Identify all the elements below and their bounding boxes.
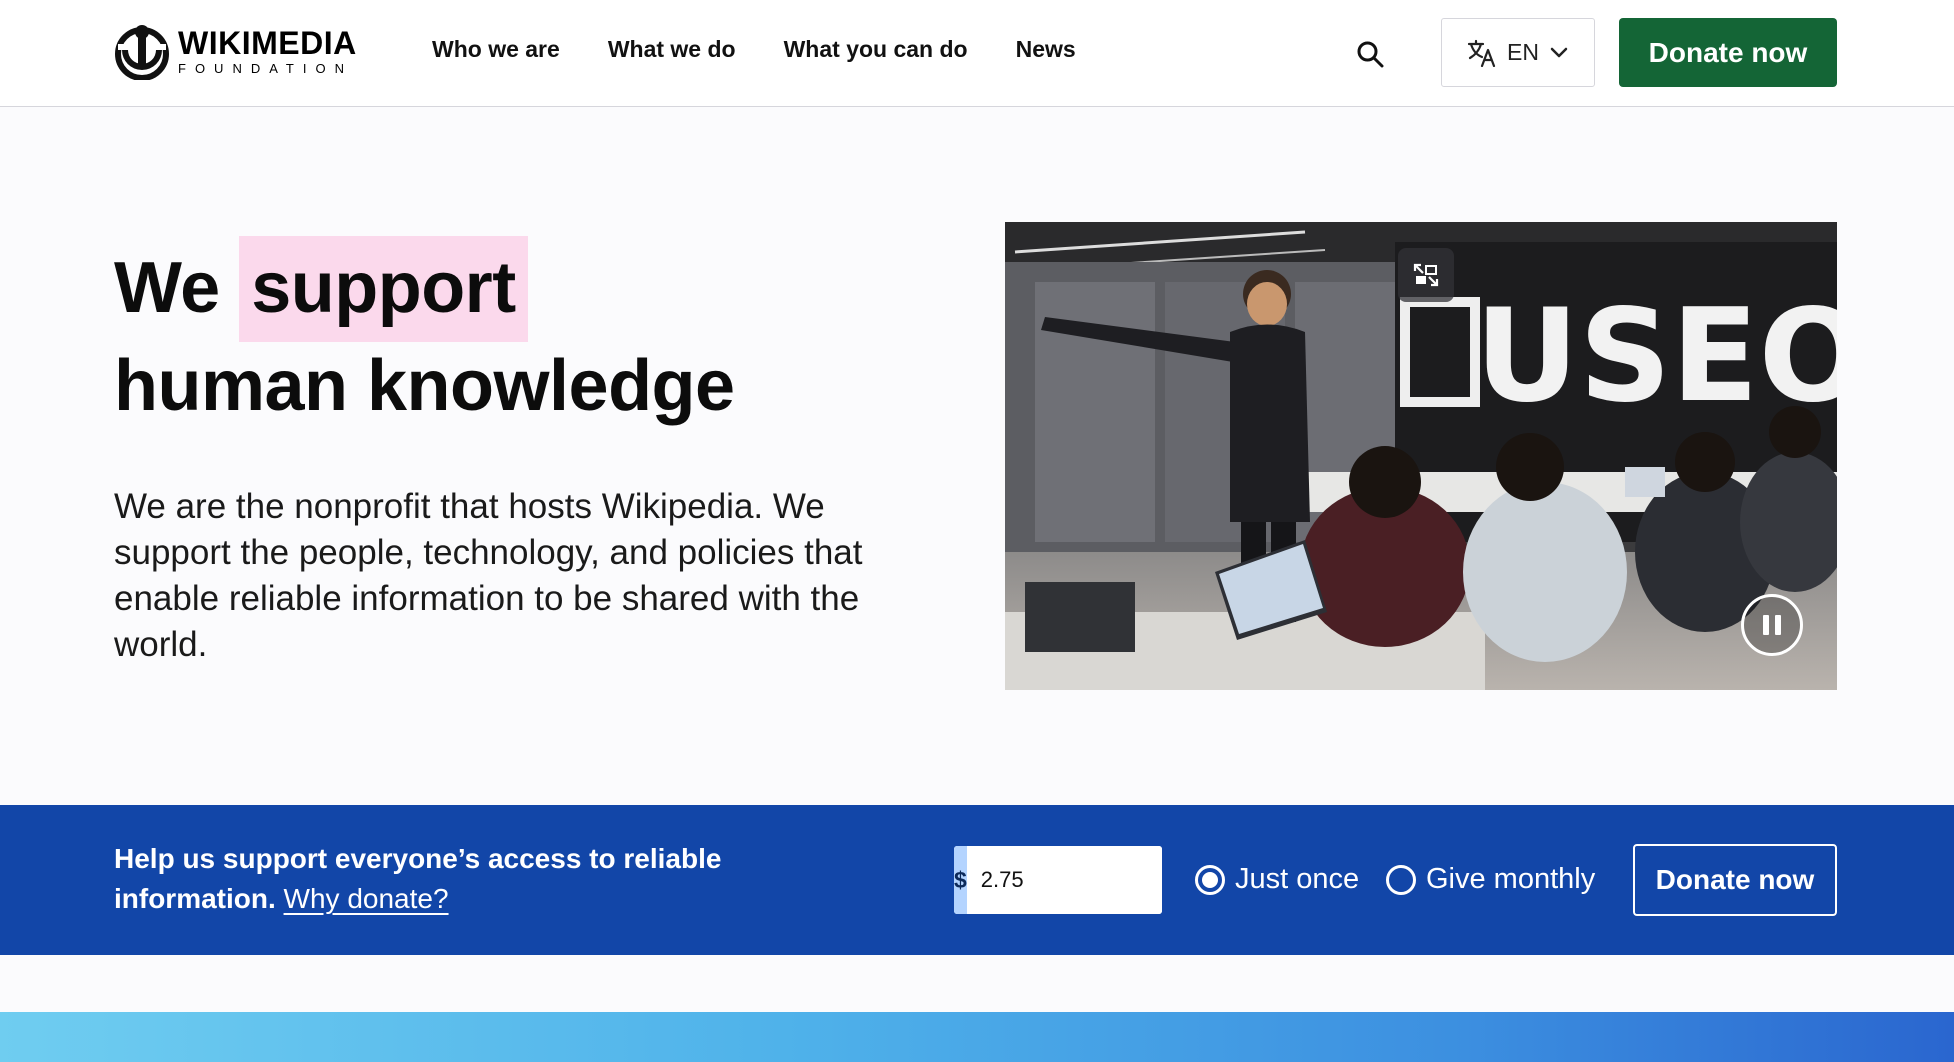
picture-in-picture-button[interactable]: [1398, 248, 1454, 302]
pause-button[interactable]: [1741, 594, 1803, 656]
banner-message: Help us support everyone’s access to rel…: [114, 839, 734, 919]
hero-title-prefix: We: [114, 248, 220, 328]
search-icon: [1357, 41, 1384, 68]
radio-unselected-icon: [1386, 864, 1416, 895]
wikimedia-logo-icon: [115, 25, 169, 80]
hero-title: We support human knowledge: [114, 236, 735, 432]
main-nav: Who we are What we do What you can do Ne…: [432, 36, 1076, 63]
hero-description: We are the nonprofit that hosts Wikipedi…: [114, 487, 863, 664]
why-donate-link[interactable]: Why donate?: [284, 883, 449, 914]
nav-news[interactable]: News: [1016, 36, 1076, 63]
amount-input[interactable]: [966, 846, 1162, 914]
pause-icon: [1763, 615, 1769, 635]
header-donate-button[interactable]: Donate now: [1619, 18, 1837, 87]
logo-subtitle: FOUNDATION: [178, 61, 353, 76]
nav-what-we-do[interactable]: What we do: [608, 36, 736, 63]
language-selector[interactable]: EN: [1441, 18, 1595, 87]
nav-who-we-are[interactable]: Who we are: [432, 36, 560, 63]
picture-in-picture-icon: [1413, 263, 1439, 287]
radio-give-monthly-label: Give monthly: [1426, 863, 1596, 895]
nav-what-you-can-do[interactable]: What you can do: [784, 36, 968, 63]
hero-video[interactable]: USEO: [1005, 222, 1837, 690]
decorative-gradient-strip: [0, 1012, 1954, 1062]
currency-symbol: $: [954, 846, 967, 914]
chevron-down-icon: [1550, 47, 1568, 57]
hero-title-line2: human knowledge: [114, 346, 735, 426]
donate-banner: Help us support everyone’s access to rel…: [0, 805, 1954, 955]
donation-amount-field: $: [954, 846, 1162, 914]
logo-name: WIKIMEDIA: [178, 25, 357, 61]
hero-title-highlight: support: [239, 236, 528, 342]
museo-sign: USEO: [1475, 282, 1837, 431]
site-header: WIKIMEDIA FOUNDATION Who we are What we …: [0, 0, 1954, 107]
wikimedia-logo[interactable]: WIKIMEDIA FOUNDATION: [114, 24, 357, 80]
search-button[interactable]: [1350, 34, 1390, 74]
radio-give-monthly[interactable]: Give monthly: [1386, 863, 1595, 896]
radio-just-once[interactable]: Just once: [1195, 863, 1359, 896]
radio-selected-icon: [1195, 864, 1225, 895]
language-code: EN: [1507, 39, 1539, 65]
translate-icon: [1467, 39, 1496, 67]
banner-donate-button[interactable]: Donate now: [1633, 844, 1837, 916]
radio-just-once-label: Just once: [1235, 863, 1360, 895]
